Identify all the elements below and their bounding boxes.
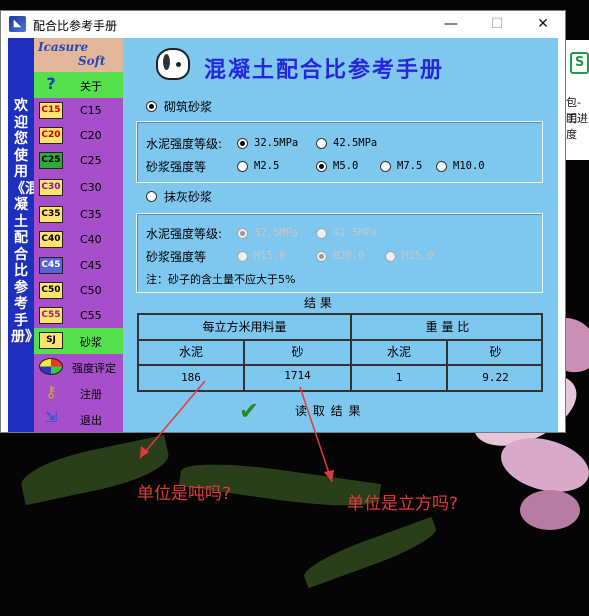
- arrow-right: [299, 386, 333, 483]
- arrowhead-right: [324, 470, 334, 482]
- annotation-ton: 单位是吨吗?: [137, 484, 232, 504]
- annotation-cubic: 单位是立方吗?: [347, 494, 459, 514]
- arrow-left: [139, 380, 206, 459]
- annotation-arrows: [139, 380, 334, 483]
